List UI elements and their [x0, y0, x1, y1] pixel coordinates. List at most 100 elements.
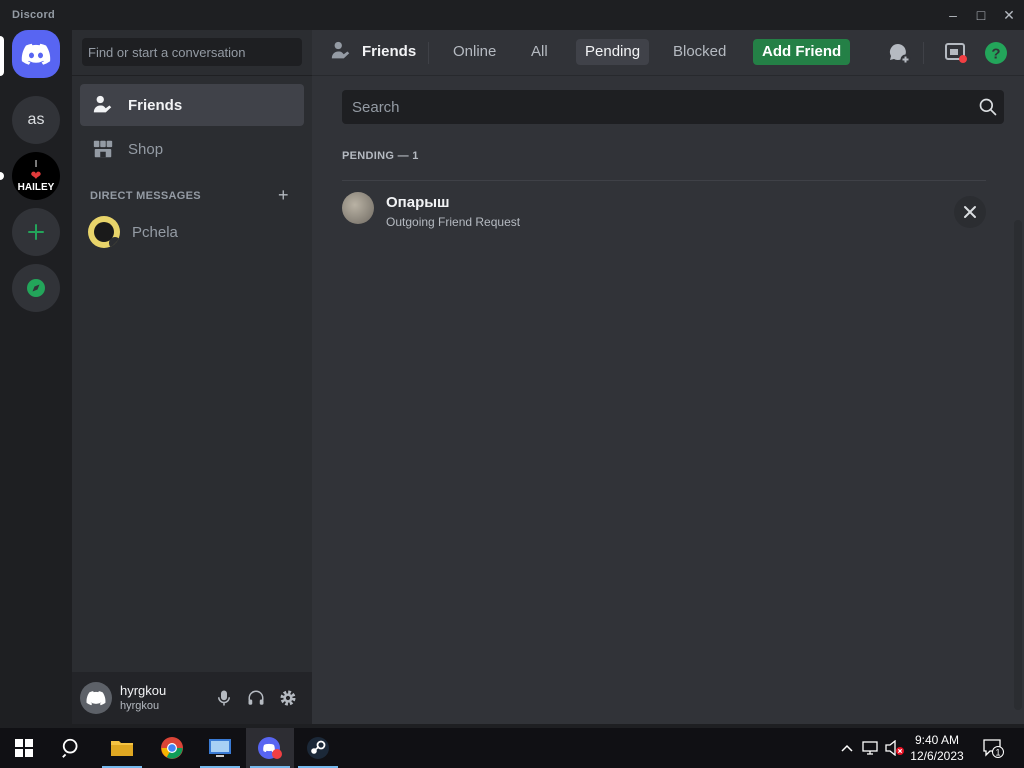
folder-icon: [111, 741, 133, 756]
microphone-icon: [218, 690, 230, 706]
maximize-button[interactable]: □: [968, 4, 994, 26]
direct-messages-header: DIRECT MESSAGES: [90, 190, 201, 202]
heart-icon: ❤: [30, 167, 42, 183]
notification-icon: 1: [983, 739, 1004, 758]
add-friend-button[interactable]: Add Friend: [753, 39, 851, 65]
notification-count: 1: [995, 748, 1000, 758]
file-explorer-button[interactable]: [98, 728, 146, 768]
plus-icon: [28, 224, 44, 240]
page-title: Friends: [330, 40, 416, 62]
add-server-button[interactable]: [12, 208, 60, 256]
taskbar-search-button[interactable]: [48, 728, 96, 768]
close-icon: [964, 206, 976, 218]
search-input-wrapper: [342, 90, 1004, 124]
network-icon: [862, 741, 878, 755]
monitor-icon: [945, 43, 967, 63]
clock-date: 12/6/2023: [910, 749, 964, 763]
sidebar-item-friends[interactable]: Friends: [80, 84, 304, 126]
selected-indicator: [0, 36, 4, 76]
volume-muted-icon: [885, 740, 904, 756]
avatar: [88, 216, 120, 248]
show-hidden-icons-button[interactable]: [838, 738, 856, 758]
discord-taskbar-button[interactable]: [246, 728, 294, 768]
request-name: Опарыш: [386, 194, 450, 211]
steam-button[interactable]: [294, 728, 342, 768]
scrollbar[interactable]: [1014, 220, 1022, 710]
user-username: hyrgkou: [120, 700, 160, 712]
request-status: Outgoing Friend Request: [386, 215, 521, 229]
server-as[interactable]: as: [12, 96, 60, 144]
app-title: Discord: [12, 9, 56, 21]
volume-button[interactable]: [884, 738, 906, 758]
deafen-button[interactable]: [246, 688, 266, 708]
sidebar-item-label: Friends: [128, 96, 183, 114]
friends-icon: [93, 95, 112, 113]
sidebar-item-label: Shop: [128, 140, 164, 158]
server-as-label: as: [27, 111, 45, 128]
discord-icon: [258, 737, 282, 759]
network-button[interactable]: [860, 738, 880, 758]
sidebar-divider: [72, 75, 312, 76]
sidebar-item-shop[interactable]: Shop: [80, 128, 304, 170]
minimize-button[interactable]: –: [940, 4, 966, 26]
home-button[interactable]: [12, 30, 60, 78]
explore-servers-button[interactable]: [12, 264, 60, 312]
monitor-icon: [209, 739, 231, 757]
sidebar: Find or start a conversation Friends Sho…: [72, 30, 312, 724]
taskbar: 9:40 AM 12/6/2023 1: [0, 728, 1024, 768]
user-display-name: hyrgkou: [120, 683, 167, 698]
compass-icon: [27, 279, 45, 297]
friends-toolbar: Friends Online All Pending Blocked Add F…: [312, 30, 1024, 76]
new-group-dm-icon: [889, 43, 911, 65]
tab-blocked[interactable]: Blocked: [664, 39, 735, 65]
page-title-label: Friends: [362, 42, 417, 60]
chevron-up-icon: [841, 744, 853, 752]
tab-all[interactable]: All: [522, 39, 557, 65]
search-input[interactable]: [342, 90, 962, 124]
close-window-button[interactable]: ✕: [996, 4, 1022, 26]
new-group-dm-button[interactable]: [886, 40, 912, 66]
toolbar-divider: [428, 42, 429, 64]
search-icon: [62, 738, 78, 758]
remote-desktop-button[interactable]: [196, 728, 244, 768]
svg-text:?: ?: [991, 46, 1000, 63]
user-settings-button[interactable]: [278, 688, 298, 708]
dm-item-pchela[interactable]: Pchela: [80, 213, 304, 251]
status-offline-icon: [109, 237, 120, 248]
list-item[interactable]: Опарыш Outgoing Friend Request: [342, 181, 986, 243]
help-icon: ?: [985, 42, 1007, 64]
server-rail: as I ❤ HAILEY: [0, 30, 72, 724]
tab-pending[interactable]: Pending: [576, 39, 650, 65]
toolbar-divider: [923, 42, 924, 64]
avatar[interactable]: [80, 682, 112, 714]
user-panel: hyrgkou hyrgkou: [72, 672, 312, 724]
help-button[interactable]: ?: [983, 40, 1009, 66]
server-hailey-line2: HAILEY: [17, 181, 55, 193]
discord-logo-icon: [86, 691, 106, 706]
gear-icon: [280, 690, 296, 706]
server-hailey[interactable]: I ❤ HAILEY: [12, 152, 60, 200]
chrome-button[interactable]: [148, 728, 196, 768]
chrome-icon: [161, 737, 183, 759]
mute-button[interactable]: [214, 688, 234, 708]
create-dm-button[interactable]: +: [278, 185, 289, 206]
dm-name: Pchela: [132, 223, 178, 241]
pending-count-header: PENDING — 1: [342, 150, 419, 162]
headphones-icon: [248, 690, 264, 705]
cancel-request-button[interactable]: [954, 196, 986, 228]
unread-indicator: [0, 172, 4, 180]
title-bar: Discord – □ ✕: [0, 0, 1024, 30]
system-clock[interactable]: 9:40 AM 12/6/2023: [904, 732, 970, 764]
shop-icon: [93, 140, 113, 158]
friends-icon: [331, 41, 350, 59]
avatar: [342, 192, 374, 224]
action-center-button[interactable]: 1: [980, 738, 1006, 758]
inbox-button[interactable]: [943, 40, 969, 66]
steam-icon: [307, 737, 329, 759]
tab-online[interactable]: Online: [444, 39, 505, 65]
clock-time: 9:40 AM: [914, 733, 960, 747]
start-button[interactable]: [0, 728, 48, 768]
discord-logo-icon: [21, 43, 51, 65]
find-conversation-button[interactable]: Find or start a conversation: [82, 38, 302, 66]
search-icon: [979, 98, 997, 116]
